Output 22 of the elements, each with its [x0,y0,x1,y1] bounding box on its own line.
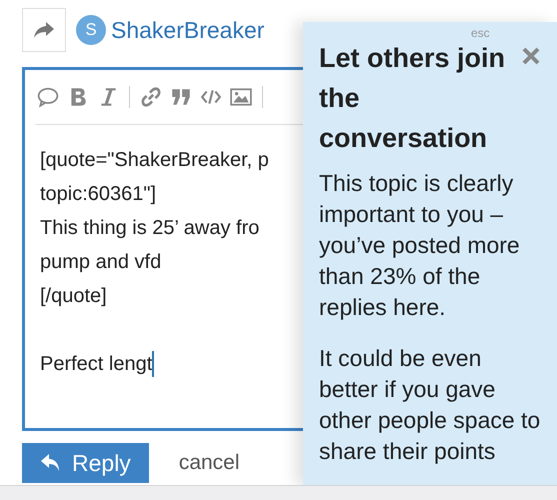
share-button[interactable] [22,8,66,52]
text-caret [152,351,154,377]
editor-text-line: This thing is 25’ away fro [40,216,260,241]
image-icon[interactable] [230,86,252,108]
reply-arrow-icon [40,453,62,473]
esc-hint: esc [471,26,490,40]
tip-paragraph: This topic is clearly important to you – you’ve posted more than 23% of the replies here. [319,169,521,322]
share-arrow-icon [33,21,55,39]
editor-text-line: pump and vfd [40,250,162,275]
editor-text-line: [quote="ShakerBreaker, p [40,148,269,173]
cancel-link[interactable]: cancel [178,451,240,475]
tip-paragraph: It could be even better if you gave other people space to share their points [319,344,541,466]
username-link[interactable]: ShakerBreaker [111,16,264,44]
tip-title: Let others join the conversation [319,42,506,155]
speech-bubble-icon[interactable] [37,86,59,108]
editor-text-line: [/quote] [40,284,107,309]
reply-button[interactable]: Reply [22,443,149,483]
link-icon[interactable] [140,86,162,108]
close-icon[interactable] [521,46,541,66]
editor-text-line: Perfect lengt [40,352,152,377]
editor-text-line: topic:60361"] [40,182,156,207]
avatar[interactable]: S [76,15,106,45]
